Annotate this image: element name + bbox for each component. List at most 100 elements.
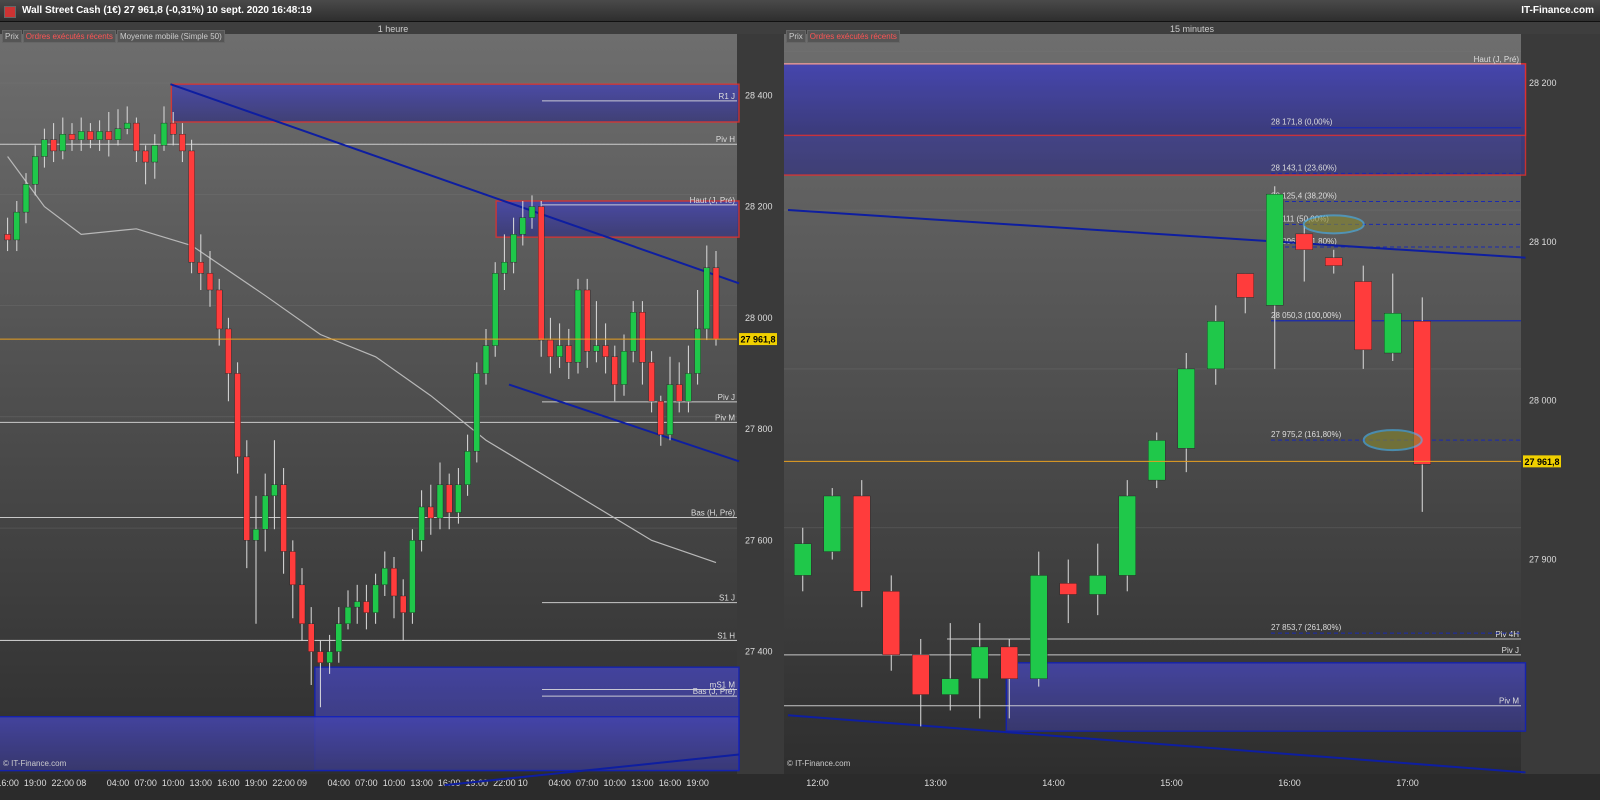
last-price-label: 27 961,8 [1524,457,1559,467]
x-tick-label: 07:00 [576,778,599,788]
candle-bull [519,217,526,235]
candle-bear [4,234,11,241]
candle-bull [492,273,499,346]
copyright: © IT-Finance.com [787,759,851,768]
candle-bear [1325,257,1343,266]
instrument-flag-icon[interactable] [4,6,16,18]
x-tick-label: 13:00 [631,778,654,788]
highlight-ellipse [1302,214,1365,235]
legend-orders[interactable]: Ordres exécutés récents [22,30,116,43]
candle-bull [59,134,66,152]
candle-bear [169,122,177,135]
candle-bull [593,345,600,352]
candle-bear [179,134,186,152]
candle-bear [1000,646,1018,679]
pivot-level-label: Piv M [715,413,735,422]
y-tick-label: 28 000 [1529,396,1557,406]
y-axis-background [737,34,786,774]
candle-bull [123,122,131,129]
candle-bear [133,122,140,152]
y-tick-label: 27 600 [745,535,773,545]
chart-1h-svg[interactable]: 28 400 28 200 28 000 27 800 27 600 27 400 16:0… [0,22,786,800]
candle-bear [206,273,214,291]
candle-bull [114,128,122,140]
x-tick-label: 13:00 [190,778,213,788]
candle-bull [482,345,490,374]
fibonacci-label: 27 975,2 (161,80%) [1271,430,1342,439]
candle-bear [547,339,554,357]
candle-bear [317,651,324,663]
legend-price[interactable]: Prix [786,30,806,43]
last-price-label: 27 961,8 [740,335,775,345]
candle-bull [41,139,48,157]
brand-name[interactable]: IT-Finance.com [1521,5,1594,16]
supply-demand-zone [0,715,740,772]
candle-bull [464,451,471,485]
candle-bull [436,484,444,519]
fibonacci-label: 28 171,8 (0,00%) [1271,118,1333,127]
x-tick-label: 09 [297,778,307,788]
x-tick-label: 19:00 [686,778,709,788]
x-tick-label: 16:00 [0,778,19,788]
candle-bull [1384,313,1402,354]
candle-bear [363,601,370,613]
candle-bull [823,495,841,552]
pivot-level-label: Piv H [716,135,735,144]
candle-bull [1207,321,1225,370]
candle-bear [912,654,930,695]
fibonacci-label: 28 050,3 (100,00%) [1271,311,1342,320]
candle-bear [225,328,232,374]
candle-bull [372,584,379,613]
x-tick-label: 10:00 [383,778,406,788]
candle-bull [354,601,361,608]
candle-bull [1118,495,1136,576]
candle-bull [1030,575,1048,679]
x-tick-label: 22:00 [52,778,75,788]
pivot-level-label: Haut (J, Pré) [690,196,736,205]
x-tick-label: 19:00 [24,778,47,788]
candle-bull [1266,193,1284,306]
supply-demand-zone [1005,662,1527,732]
x-tick-label: 15:00 [1160,778,1183,788]
instrument-title: Wall Street Cash (1€) 27 961,8 (-0,31%) … [22,5,312,16]
pivot-level-label: Bas (H, Pré) [691,509,735,518]
legend-ma[interactable]: Moyenne mobile (Simple 50) [116,30,225,43]
candle-bear [584,289,591,352]
pivot-level-label: Piv M [1499,697,1519,706]
chart-15m-svg[interactable]: 28 200 28 100 28 000 27 900 12:00 13:00 14:00 1… [784,22,1600,800]
pivot-level-label: S1 H [717,631,735,640]
candle-bear [1059,583,1077,595]
legend: Prix Ordres exécutés récents [786,30,901,43]
candle-bull [77,131,85,140]
legend-orders[interactable]: Ordres exécutés récents [806,30,900,43]
candle-bear [446,484,453,513]
candle-bull [335,623,342,652]
candle-bear [565,345,572,363]
legend: Prix Ordres exécutés récents Moyenne mobil… [2,30,226,43]
x-tick-label: 16:00 [1278,778,1301,788]
highlight-ellipse [1362,429,1423,452]
candle-bear [602,345,609,357]
candle-bull [620,350,628,385]
candle-bear [676,384,683,402]
candle-bull [160,122,168,146]
candle-bear [298,584,306,624]
candle-bull [418,506,425,541]
candle-bull [971,646,989,679]
candle-bull [694,328,701,374]
y-tick-label: 28 100 [1529,237,1557,247]
x-tick-label: 19:00 [245,778,268,788]
candle-bull [96,131,103,140]
candle-bull [409,540,416,613]
candle-bear [105,131,113,140]
candle-bull [271,484,278,497]
x-tick-label: 22:00 [272,778,295,788]
candle-bear [87,131,94,140]
plot-background [0,34,737,774]
legend-price[interactable]: Prix [2,30,22,43]
supply-demand-zone [784,63,1527,137]
candle-bear [289,551,296,586]
copyright: © IT-Finance.com [3,759,67,768]
candle-bear [538,206,545,341]
candle-bull [151,145,159,163]
